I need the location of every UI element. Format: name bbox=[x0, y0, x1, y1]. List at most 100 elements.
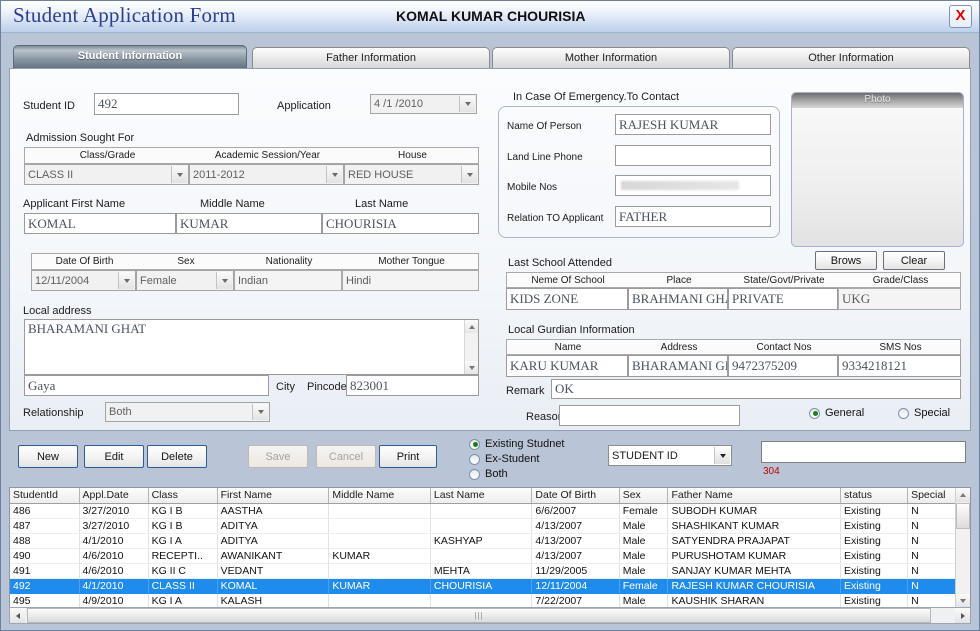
col-date-of-birth[interactable]: Date Of Birth bbox=[531, 488, 620, 504]
reason-input[interactable] bbox=[559, 405, 740, 426]
table-cell-father-name: KAUSHIK SHARAN bbox=[667, 593, 842, 609]
search-field-select[interactable]: STUDENT ID bbox=[608, 445, 732, 466]
table-row[interactable]: 486 3/27/2010 KG I B AASTHA 6/6/2007 Female SU… bbox=[10, 503, 965, 519]
tab-other-information[interactable]: Other Information bbox=[732, 47, 970, 69]
academic-session-select[interactable]: 2011-2012 bbox=[189, 164, 344, 185]
table-header-row: StudentId Appl.Date Class First Name Mid… bbox=[10, 488, 965, 504]
table-row[interactable]: 491 4/6/2010 KG II C VEDANT MEHTA 11/29/2005 M… bbox=[10, 563, 965, 579]
col-first-name[interactable]: First Name bbox=[217, 488, 330, 504]
school-place-input[interactable]: BRAHMANI GHA bbox=[628, 288, 728, 310]
application-date-picker[interactable]: 4 /1 /2010 bbox=[370, 94, 477, 114]
grid-scroll-up-icon[interactable] bbox=[956, 488, 970, 502]
radio-ex-student[interactable]: Ex-Student bbox=[469, 453, 539, 465]
col-class[interactable]: Class bbox=[148, 488, 218, 504]
school-name-input[interactable]: KIDS ZONE bbox=[506, 288, 628, 310]
student-id-input[interactable]: 492 bbox=[94, 93, 239, 115]
guardian-sms-input[interactable]: 9334218121 bbox=[838, 355, 961, 377]
table-row[interactable]: 490 4/6/2010 RECEPTI.. AWANIKANT KUMAR 4/13/2… bbox=[10, 548, 965, 564]
grid-scroll-thumb[interactable] bbox=[956, 503, 970, 529]
first-name-input[interactable]: KOMAL bbox=[24, 213, 176, 234]
dob-header: Date Of Birth bbox=[55, 256, 114, 267]
dob-header-row: Date Of Birth Sex Nationality Mother Ton… bbox=[31, 253, 479, 270]
local-address-textarea[interactable]: BHARAMANI GHAT bbox=[24, 319, 479, 375]
tab-mother-information[interactable]: Mother Information bbox=[492, 47, 730, 69]
radio-special-label: Special bbox=[914, 407, 951, 419]
tab-father-information[interactable]: Father Information bbox=[252, 47, 490, 69]
guardian-sms-header: SMS Nos bbox=[879, 341, 922, 353]
grid-scroll-down-icon[interactable] bbox=[956, 594, 970, 608]
col-studentid[interactable]: StudentId bbox=[10, 488, 80, 504]
col-father-name[interactable]: Father Name bbox=[667, 488, 842, 504]
browse-photo-button[interactable]: Brows bbox=[815, 251, 877, 270]
photo-box[interactable]: Photo bbox=[791, 92, 964, 247]
class-grade-select[interactable]: CLASS II bbox=[24, 164, 189, 185]
scroll-thumb[interactable]: ||| bbox=[27, 608, 931, 623]
sex-select[interactable]: Female bbox=[136, 270, 234, 291]
edit-button[interactable]: Edit bbox=[84, 445, 144, 468]
guardian-contact-input[interactable]: 9472375209 bbox=[728, 355, 838, 377]
col-last-name[interactable]: Last Name bbox=[430, 488, 533, 504]
academic-session-header: Academic Session/Year bbox=[214, 150, 321, 161]
table-row[interactable]: 488 4/1/2010 KG I A ADITYA KASHYAP 4/13/2007 M… bbox=[10, 533, 965, 549]
table-cell-date-of-birth: 6/6/2007 bbox=[531, 503, 620, 519]
table-cell-status: Existing bbox=[840, 533, 909, 549]
school-grade-input[interactable]: UKG bbox=[838, 288, 961, 310]
scroll-left-icon[interactable] bbox=[10, 608, 25, 623]
nationality-input[interactable]: Indian bbox=[234, 270, 342, 291]
emergency-relation-input[interactable]: FATHER bbox=[615, 206, 771, 227]
guardian-address-input[interactable]: BHARAMANI GH bbox=[628, 355, 728, 377]
chevron-down-icon bbox=[252, 404, 268, 420]
col-sex[interactable]: Sex bbox=[619, 488, 669, 504]
print-button[interactable]: Print bbox=[379, 445, 437, 468]
col-status[interactable]: status bbox=[840, 488, 909, 504]
radio-special[interactable]: Special bbox=[898, 407, 950, 419]
table-row[interactable]: 495 4/9/2010 KG I A KALASH 7/22/2007 Male KAUS… bbox=[10, 593, 965, 609]
new-button[interactable]: New bbox=[18, 445, 78, 468]
table-row[interactable]: 492 4/1/2010 CLASS II KOMAL KUMAR CHOURISIA 12… bbox=[10, 578, 965, 594]
radio-both-student[interactable]: Both bbox=[469, 468, 508, 480]
house-select[interactable]: RED HOUSE bbox=[344, 164, 479, 185]
clear-photo-button[interactable]: Clear bbox=[883, 251, 945, 270]
scroll-up-icon[interactable] bbox=[465, 320, 478, 333]
redacted-mobile-value bbox=[621, 181, 739, 190]
middle-name-input[interactable]: KUMAR bbox=[176, 213, 322, 234]
students-grid[interactable]: StudentId Appl.Date Class First Name Mid… bbox=[9, 487, 971, 623]
guardian-name-input[interactable]: KARU KUMAR bbox=[506, 355, 628, 377]
tab-student-information[interactable]: Student Information bbox=[13, 45, 247, 70]
emergency-landline-input[interactable] bbox=[615, 145, 771, 166]
radio-existing-student[interactable]: Existing Studnet bbox=[469, 438, 565, 450]
scroll-right-icon[interactable] bbox=[955, 608, 970, 623]
table-cell-appl-date: 4/9/2010 bbox=[79, 593, 149, 609]
table-cell-first-name: AASTHA bbox=[217, 503, 330, 519]
scroll-track[interactable]: ||| bbox=[25, 608, 955, 623]
grid-vertical-scrollbar[interactable] bbox=[955, 488, 970, 608]
school-type-input[interactable]: PRIVATE bbox=[728, 288, 838, 310]
search-input[interactable] bbox=[761, 441, 966, 463]
save-button[interactable]: Save bbox=[248, 445, 308, 468]
last-name-input[interactable]: CHOURISIA bbox=[322, 213, 479, 234]
emergency-caption: In Case Of Emergency.To Contact bbox=[513, 91, 680, 103]
cancel-button[interactable]: Cancel bbox=[316, 445, 376, 468]
class-grade-value: CLASS II bbox=[28, 168, 74, 181]
last-name-label: Last Name bbox=[355, 198, 409, 210]
emergency-name-input[interactable]: RAJESH KUMAR bbox=[615, 114, 771, 135]
close-icon[interactable]: X bbox=[949, 5, 972, 28]
table-cell-date-of-birth: 4/13/2007 bbox=[531, 548, 620, 564]
table-cell-sex: Male bbox=[619, 518, 669, 534]
table-cell-last-name: KASHYAP bbox=[430, 533, 533, 549]
horizontal-scrollbar[interactable]: ||| bbox=[9, 607, 971, 624]
dob-date-picker[interactable]: 12/11/2004 bbox=[31, 270, 136, 291]
radio-general[interactable]: General bbox=[809, 407, 864, 419]
delete-button[interactable]: Delete bbox=[147, 445, 207, 468]
table-row[interactable]: 487 3/27/2010 KG I B ADITYA 4/13/2007 Male SHA… bbox=[10, 518, 965, 534]
remark-input[interactable]: OK bbox=[551, 379, 961, 399]
col-appl-date[interactable]: Appl.Date bbox=[79, 488, 149, 504]
emergency-mobile-input[interactable] bbox=[615, 175, 771, 196]
city-input[interactable]: Gaya bbox=[24, 375, 269, 396]
col-middle-name[interactable]: Middle Name bbox=[328, 488, 431, 504]
relationship-select[interactable]: Both bbox=[105, 402, 270, 422]
mother-tongue-input[interactable]: Hindi bbox=[342, 270, 479, 291]
pincode-input[interactable]: 823001 bbox=[346, 375, 479, 396]
scroll-down-icon[interactable] bbox=[465, 361, 478, 374]
local-address-scrollbar[interactable] bbox=[464, 320, 478, 374]
